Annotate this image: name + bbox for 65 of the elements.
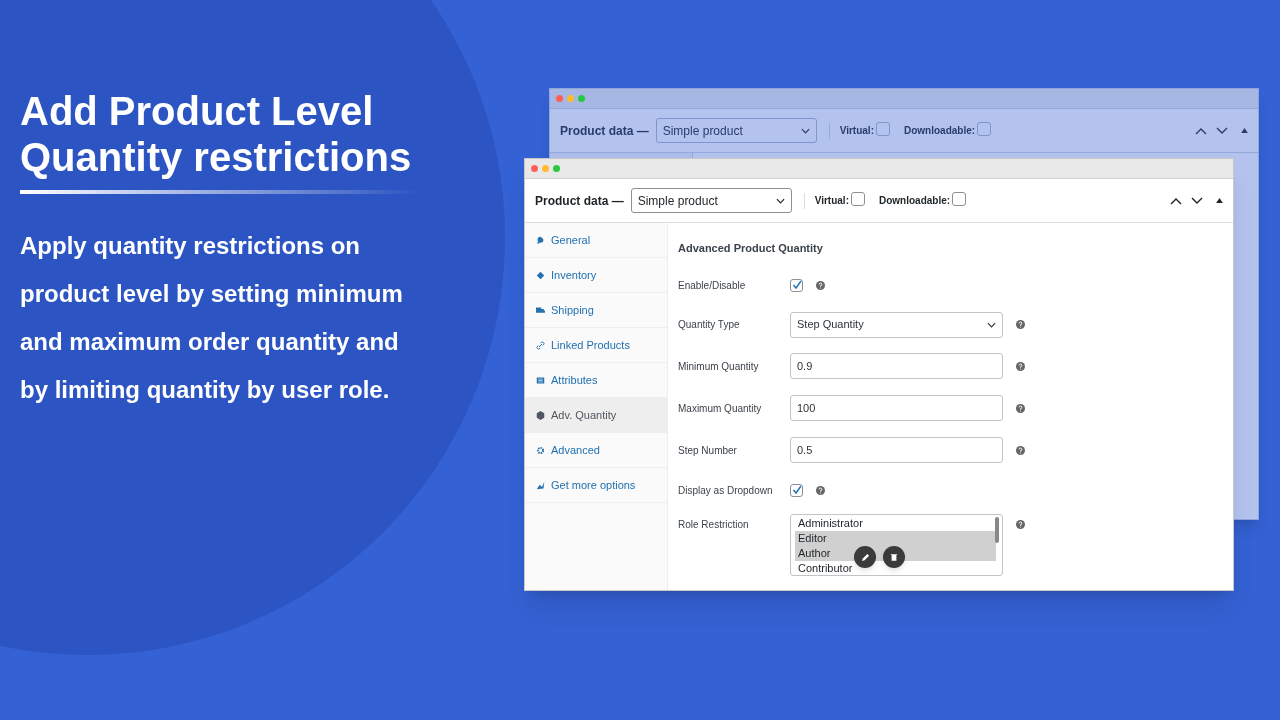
chevron-down-icon [800,127,810,134]
chevron-up-icon[interactable] [1170,196,1182,205]
help-icon[interactable] [1016,320,1025,329]
downloadable-label: Downloadable: [903,124,976,138]
headline: Add Product Level Quantity restrictions [20,88,413,180]
sidebar-tab[interactable]: Shipping [525,293,667,328]
chevron-down-icon[interactable] [1216,126,1228,135]
number-input[interactable]: 100 [790,395,1003,421]
edit-button[interactable] [854,546,876,568]
sidebar-tab[interactable]: Linked Products [525,328,667,363]
virtual-label: Virtual: [839,124,874,138]
chevron-down-icon [775,197,785,204]
chevron-down-icon[interactable] [1191,196,1203,205]
pencil-icon [860,552,870,562]
product-type-select[interactable]: Simple product [655,118,817,143]
field-label: Quantity Type [678,318,741,332]
help-icon[interactable] [1016,361,1025,371]
sidebar-tab[interactable]: Inventory [525,258,667,293]
product-data-label: Product data — [535,192,624,210]
field-label: Role Restriction [678,518,750,532]
help-icon[interactable] [1016,520,1025,529]
chevron-down-icon [987,321,996,328]
checkbox[interactable] [875,121,890,136]
role-option[interactable]: Editor [795,531,996,546]
trash-icon [890,552,898,562]
checkbox[interactable] [977,121,992,136]
field-label: Enable/Disable [678,278,747,293]
checkbox[interactable] [790,278,803,292]
cube-icon [536,410,545,420]
field-label: Display as Dropdown [678,483,774,498]
product-data-label: Product data — [560,122,649,140]
scrollbar-thumb[interactable] [995,517,999,543]
checkbox[interactable] [850,191,865,206]
collapse-triangle-icon[interactable] [1241,128,1248,133]
field-label: Maximum Quantity [678,401,763,416]
role-option[interactable]: Administrator [795,516,996,531]
tag-icon [536,270,545,280]
sidebar-tab[interactable]: General [525,223,667,258]
help-icon[interactable] [816,485,825,495]
collapse-triangle-icon[interactable] [1216,198,1223,203]
number-input[interactable]: 0.5 [790,437,1003,463]
chevron-up-icon[interactable] [1195,126,1207,135]
sidebar-tab[interactable]: Advanced [525,433,667,468]
help-icon[interactable] [1016,403,1025,413]
description: Apply quantity restrictions on product level by setting minimum and maximum order quantity and by limiting quantity by user role. [20,231,404,405]
field-label: Step Number [678,443,738,458]
downloadable-label: Downloadable: [878,194,951,208]
sidebar-tab[interactable]: Get more options [525,468,667,503]
help-icon[interactable] [816,280,825,290]
role-option[interactable]: Contributor [795,561,996,576]
virtual-label: Virtual: [814,194,849,208]
quantity-type-select[interactable]: Step Quantity [790,311,1003,338]
help-icon[interactable] [1016,445,1025,455]
checkbox[interactable] [952,191,967,206]
link-icon [536,340,545,350]
number-input[interactable]: 0.9 [790,353,1003,379]
sidebar-tab[interactable]: Adv. Quantity [525,398,667,433]
delete-button[interactable] [883,546,905,568]
table-icon [536,375,545,385]
product-type-select[interactable]: Simple product [630,188,792,213]
truck-icon [536,305,545,315]
checkbox[interactable] [790,483,803,497]
field-label: Minimum Quantity [678,359,760,374]
section-title: Advanced Product Quantity [678,241,824,256]
role-listbox[interactable]: Administrator Editor Author Contributor [790,514,1003,576]
